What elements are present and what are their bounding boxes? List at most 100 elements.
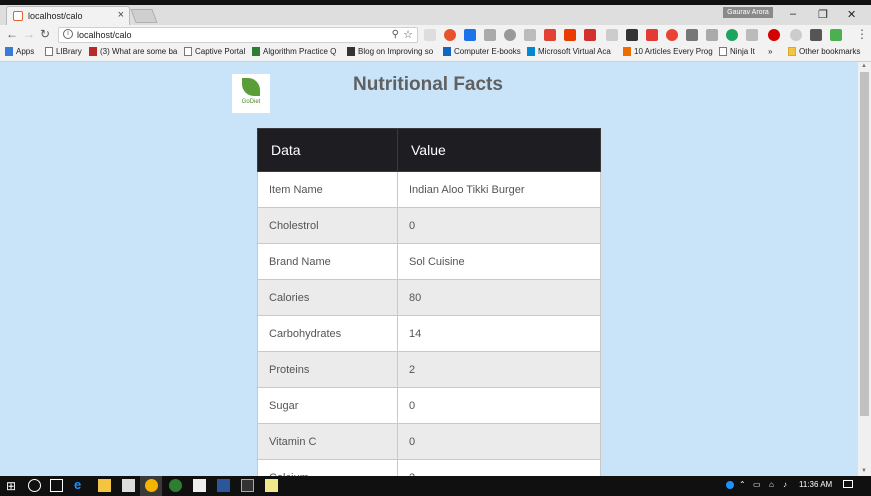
chrome-icon[interactable] [145, 479, 158, 492]
bookmark-item[interactable]: Algorithm Practice Q [252, 47, 336, 56]
word-icon[interactable] [217, 479, 230, 492]
extension-icon[interactable] [564, 29, 576, 41]
extension-icon[interactable] [484, 29, 496, 41]
bookmark-item[interactable]: Blog on Improving so [347, 47, 433, 56]
task-view-icon[interactable] [50, 479, 63, 492]
table-row: Brand Name Sol Cuisine [257, 243, 601, 280]
page-icon [45, 47, 53, 56]
bookmark-item[interactable]: Computer E-books [443, 47, 521, 56]
extension-icon[interactable] [544, 29, 556, 41]
data-value: 80 [397, 279, 601, 316]
extension-icon[interactable] [830, 29, 842, 41]
url-text: localhost/calo [77, 30, 132, 40]
bookmark-item[interactable]: Microsoft Virtual Aca [527, 47, 611, 56]
app-icon[interactable] [193, 479, 206, 492]
browser-menu-icon[interactable]: ⋮ [856, 27, 868, 41]
data-value: 2 [397, 459, 601, 476]
forward-icon[interactable]: → [23, 27, 35, 41]
ebook-icon [443, 47, 451, 56]
terminal-icon[interactable] [241, 479, 254, 492]
data-label: Carbohydrates [257, 315, 398, 352]
table-row: Calcium2 [257, 459, 601, 476]
bookmark-item[interactable]: (3) What are some ba [89, 47, 177, 56]
bookmark-item[interactable]: LIBrary [45, 47, 82, 56]
extension-icon[interactable] [686, 29, 698, 41]
extension-icon[interactable] [790, 29, 802, 41]
site-info-icon[interactable]: i [63, 29, 73, 39]
apps-grid-icon [5, 47, 13, 56]
restore-icon[interactable]: ❐ [818, 8, 828, 21]
back-icon[interactable]: ← [6, 27, 18, 41]
microsoft-icon [527, 47, 535, 56]
page-title: Nutritional Facts [353, 74, 503, 95]
scroll-down-icon[interactable]: ▼ [861, 468, 867, 474]
adblock-icon[interactable] [768, 29, 780, 41]
nutrition-table: Data Value Item Name Indian Aloo Tikki Bu… [257, 128, 601, 476]
bookmark-folder[interactable]: Other bookmarks [788, 47, 860, 56]
clock[interactable]: 11:36 AM [799, 480, 832, 489]
data-label: Brand Name [257, 243, 398, 280]
edge-icon[interactable]: e [74, 477, 87, 492]
table-row: Proteins 2 [257, 351, 601, 388]
search-icon[interactable] [28, 479, 41, 492]
file-explorer-icon[interactable] [98, 479, 111, 492]
bookmark-item[interactable]: Captive Portal [184, 47, 245, 56]
extension-icon[interactable] [424, 29, 436, 41]
hangouts-icon[interactable] [169, 479, 182, 492]
data-value: 0 [397, 387, 601, 424]
extension-icon[interactable] [464, 29, 476, 41]
bookmarks-overflow[interactable]: » [768, 47, 772, 56]
extension-icon[interactable] [606, 29, 618, 41]
tray-overflow-icon[interactable]: ⌃ [739, 480, 746, 489]
leaf-icon [242, 78, 260, 96]
extension-icon[interactable] [746, 29, 758, 41]
extension-icon[interactable] [444, 29, 456, 41]
column-header: Data [257, 128, 398, 172]
wifi-icon[interactable]: ⌂ [769, 480, 774, 489]
bookmark-apps[interactable]: Apps [5, 47, 34, 56]
blogger-icon [623, 47, 631, 56]
scrollbar-thumb[interactable] [860, 72, 869, 416]
tab-close-icon[interactable]: × [118, 9, 124, 21]
action-center-icon[interactable] [843, 480, 853, 488]
extension-icon[interactable] [626, 29, 638, 41]
search-icon[interactable]: ⚲ [392, 28, 399, 42]
extension-icon[interactable] [810, 29, 822, 41]
extension-icon[interactable] [646, 29, 658, 41]
battery-icon[interactable]: ▭ [753, 480, 761, 489]
windows-start-icon[interactable]: ⊞ [6, 479, 19, 493]
data-label: Vitamin C [257, 423, 398, 460]
volume-icon[interactable]: ♪ [783, 480, 787, 489]
address-bar[interactable]: i localhost/calo ⚲ ☆ [58, 27, 418, 43]
page-favicon-icon [13, 11, 23, 21]
gmail-icon[interactable] [584, 29, 596, 41]
minimize-icon[interactable]: – [790, 8, 796, 20]
bookmark-star-icon[interactable]: ☆ [403, 28, 413, 42]
windows-taskbar: ⊞ e ⌃ ▭ ⌂ ♪ 11:36 AM [0, 476, 871, 496]
bookmark-item[interactable]: 10 Articles Every Prog [623, 47, 713, 56]
window-close-icon[interactable]: ✕ [847, 8, 856, 21]
browser-tab[interactable]: localhost/calo × [6, 6, 130, 25]
extension-icon[interactable] [706, 29, 718, 41]
bookmark-item[interactable]: Ninja It [719, 47, 755, 56]
page-content: GoDiet Nutritional Facts Data Value Item… [0, 62, 858, 476]
profile-button[interactable]: Gaurav Arora [723, 7, 773, 18]
tray-app-icon[interactable] [726, 481, 734, 489]
extension-icon[interactable] [666, 29, 678, 41]
data-label: Calcium [257, 459, 398, 476]
data-label: Sugar [257, 387, 398, 424]
data-label: Cholestrol [257, 207, 398, 244]
data-value: 0 [397, 423, 601, 460]
tab-bar: localhost/calo × Gaurav Arora – ❐ ✕ [0, 5, 871, 25]
new-tab-button[interactable] [130, 9, 158, 23]
notepad-icon[interactable] [265, 479, 278, 492]
data-value: Sol Cuisine [397, 243, 601, 280]
table-row: Sugar 0 [257, 387, 601, 424]
reload-icon[interactable]: ↻ [40, 27, 50, 41]
bookmarks-bar: Apps LIBrary (3) What are some ba Captiv… [0, 45, 871, 62]
store-icon[interactable] [122, 479, 135, 492]
scroll-up-icon[interactable]: ▲ [861, 63, 867, 69]
extension-icon[interactable] [524, 29, 536, 41]
extension-icon[interactable] [726, 29, 738, 41]
extension-icon[interactable] [504, 29, 516, 41]
